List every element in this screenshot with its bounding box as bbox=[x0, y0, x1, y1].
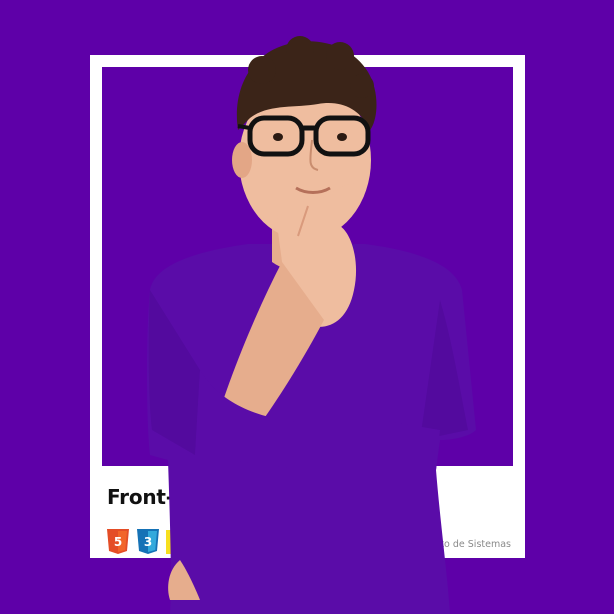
css3-icon: 3 bbox=[137, 529, 159, 554]
google-ads-icon bbox=[251, 532, 276, 554]
javascript-icon: JS bbox=[166, 530, 190, 554]
tech-stack-icons: 5 3 JS Xd bbox=[106, 529, 276, 555]
poster-canvas: Front-end Developer & SEO 5 3 JS Xd Anál… bbox=[0, 0, 614, 614]
adobe-xd-icon-label: Xd bbox=[200, 537, 216, 550]
figma-icon bbox=[227, 530, 243, 554]
css3-icon-label: 3 bbox=[144, 535, 152, 549]
photo-area bbox=[102, 67, 513, 466]
html5-icon-label: 5 bbox=[114, 535, 122, 549]
course-subtitle: Análise e Desenvolvimento de Sistemas bbox=[320, 539, 511, 550]
html5-icon: 5 bbox=[107, 529, 129, 554]
javascript-icon-label: JS bbox=[174, 541, 187, 554]
adobe-xd-icon: Xd bbox=[196, 530, 220, 554]
polaroid-frame: Front-end Developer & SEO 5 3 JS Xd Anál… bbox=[90, 55, 525, 558]
job-title: Front-end Developer & SEO bbox=[107, 485, 411, 509]
